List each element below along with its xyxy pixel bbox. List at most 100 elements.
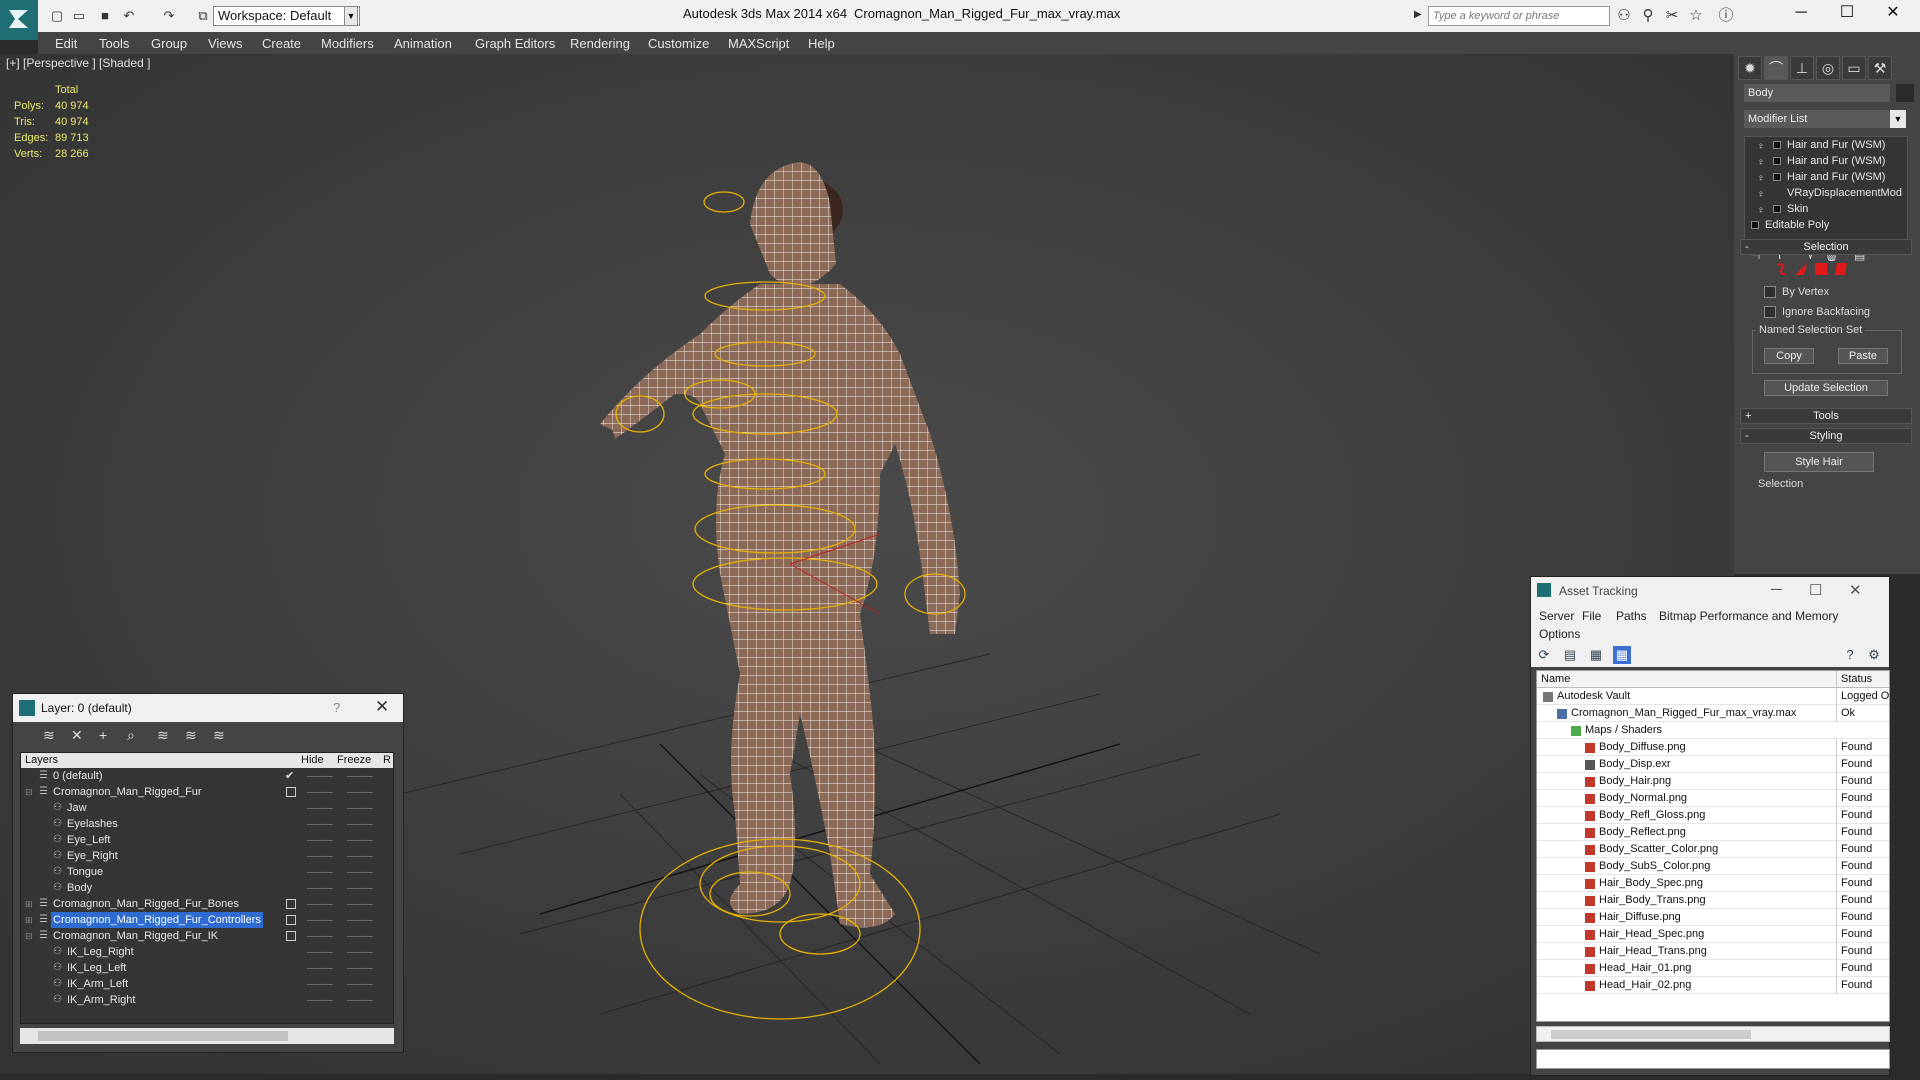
menu-group[interactable]: Group <box>151 36 187 51</box>
freeze-toggle[interactable]: ──── <box>347 944 373 960</box>
hide-toggle[interactable]: ──── <box>307 928 333 944</box>
close-icon[interactable]: ✕ <box>375 697 389 717</box>
layer-row[interactable]: ⊟ ☰ Cromagnon_Man_Rigged_Fur_IK ──── ──── <box>21 928 393 944</box>
highlight-selected-icon[interactable]: ≋ <box>157 727 169 744</box>
search-expand-icon[interactable]: ▶ <box>1414 9 1422 20</box>
menu-file[interactable]: File <box>1582 609 1601 623</box>
by-vertex-checkbox[interactable] <box>1764 286 1776 298</box>
freeze-toggle[interactable]: ──── <box>347 960 373 976</box>
column-name[interactable]: Name <box>1541 671 1570 688</box>
asset-row[interactable]: Hair_Head_Spec.png Found <box>1537 926 1889 943</box>
expand-box-icon[interactable] <box>1773 173 1781 181</box>
list-view-icon[interactable]: ▤ <box>1561 646 1579 664</box>
expand-box-icon[interactable] <box>1773 141 1781 149</box>
object-color-swatch[interactable] <box>1896 84 1914 102</box>
horizontal-scrollbar[interactable] <box>20 1028 394 1044</box>
redo-icon[interactable]: ↷ <box>160 8 178 24</box>
tools-rollout-header[interactable]: + Tools <box>1740 408 1912 424</box>
selection-rollout-header[interactable]: - Selection <box>1740 239 1912 255</box>
copy-button[interactable]: Copy <box>1764 348 1814 364</box>
search-icon[interactable]: ⚲ <box>1638 7 1658 25</box>
freeze-toggle[interactable]: ──── <box>347 816 373 832</box>
asset-row[interactable]: Head_Hair_01.png Found <box>1537 960 1889 977</box>
asset-row[interactable]: Body_Diffuse.png Found <box>1537 739 1889 756</box>
active-layer-checkmark-icon[interactable]: ✔ <box>285 768 294 784</box>
menu-maxscript[interactable]: MAXScript <box>728 36 789 51</box>
select-objects-icon[interactable]: ⌕ <box>127 727 135 744</box>
tools-icon[interactable]: ✂ <box>1662 7 1682 25</box>
hide-toggle[interactable]: ──── <box>307 848 333 864</box>
style-hair-button[interactable]: Style Hair <box>1764 452 1874 472</box>
column-render[interactable]: R <box>383 753 391 768</box>
column-hide[interactable]: Hide <box>301 753 324 768</box>
star-icon[interactable]: ☆ <box>1686 7 1706 25</box>
menu-customize[interactable]: Customize <box>648 36 709 51</box>
create-tab-icon[interactable]: ✹ <box>1738 56 1762 80</box>
ignore-backfacing-checkbox[interactable] <box>1764 306 1776 318</box>
help-icon[interactable]: ⓘ <box>1716 7 1736 25</box>
asset-row[interactable]: Body_Reflect.png Found <box>1537 824 1889 841</box>
hierarchy-tab-icon[interactable]: ⊥ <box>1790 56 1814 80</box>
hide-toggle[interactable]: ──── <box>307 976 333 992</box>
menu-rendering[interactable]: Rendering <box>570 36 630 51</box>
help-icon[interactable]: ? <box>1841 646 1859 664</box>
freeze-toggle[interactable]: ──── <box>347 896 373 912</box>
layer-row[interactable]: ⚇ Eye_Right ──── ──── <box>21 848 393 864</box>
layer-row[interactable]: ⚇ IK_Leg_Left ──── ──── <box>21 960 393 976</box>
menu-tools[interactable]: Tools <box>99 36 129 51</box>
object-name-field[interactable]: Body <box>1744 84 1890 102</box>
asset-row[interactable]: Hair_Head_Trans.png Found <box>1537 943 1889 960</box>
hide-toggle[interactable]: ──── <box>307 816 333 832</box>
asset-row[interactable]: Hair_Diffuse.png Found <box>1537 909 1889 926</box>
open-file-icon[interactable]: ▭ <box>70 8 88 24</box>
asset-row[interactable]: Body_Scatter_Color.png Found <box>1537 841 1889 858</box>
styling-rollout-header[interactable]: - Styling <box>1740 428 1912 444</box>
minimize-button[interactable]: ─ <box>1771 581 1782 598</box>
column-status[interactable]: Status <box>1836 671 1889 688</box>
asset-row[interactable]: Body_Disp.exr Found <box>1537 756 1889 773</box>
menu-options[interactable]: Options <box>1539 627 1580 641</box>
menu-animation[interactable]: Animation <box>394 36 452 51</box>
maximize-button[interactable]: ☐ <box>1809 581 1822 599</box>
freeze-toggle[interactable]: ──── <box>347 976 373 992</box>
expand-box-icon[interactable] <box>1773 205 1781 213</box>
scrollbar-thumb[interactable] <box>1551 1030 1751 1039</box>
project-folder-icon[interactable]: ⧉ <box>194 8 212 24</box>
stack-item[interactable]: ♀ Hair and Fur (WSM) <box>1745 137 1907 153</box>
modify-tab-icon[interactable]: ⌒ <box>1764 56 1788 80</box>
hide-toggle[interactable]: ──── <box>307 784 333 800</box>
menu-bitmap-performance[interactable]: Bitmap Performance and Memory <box>1659 609 1838 623</box>
minimize-button[interactable]: ─ <box>1778 0 1824 28</box>
asset-row[interactable]: Hair_Body_Trans.png Found <box>1537 892 1889 909</box>
delete-layer-icon[interactable]: ✕ <box>71 727 83 744</box>
menu-graph-editors[interactable]: Graph Editors <box>475 36 555 51</box>
menu-create[interactable]: Create <box>262 36 301 51</box>
asset-row[interactable]: Body_SubS_Color.png Found <box>1537 858 1889 875</box>
set-active-checkbox[interactable] <box>286 915 296 925</box>
update-selection-button[interactable]: Update Selection <box>1764 380 1888 396</box>
tip-select-icon[interactable] <box>1794 262 1808 276</box>
expand-box-icon[interactable] <box>1773 157 1781 165</box>
set-active-checkbox[interactable] <box>286 787 296 797</box>
asset-row[interactable]: Body_Refl_Gloss.png Found <box>1537 807 1889 824</box>
undo-icon[interactable]: ↶ <box>120 8 138 24</box>
hide-all-layers-icon[interactable]: ≋ <box>213 727 225 744</box>
app-logo-icon[interactable] <box>0 0 38 40</box>
stack-item[interactable]: ♀ VRayDisplacementMod <box>1745 185 1907 201</box>
asset-row[interactable]: Maps / Shaders <box>1537 722 1889 739</box>
layer-row[interactable]: ⚇ Tongue ──── ──── <box>21 864 393 880</box>
hide-toggle[interactable]: ──── <box>307 992 333 1008</box>
menu-help[interactable]: Help <box>808 36 835 51</box>
layer-row[interactable]: ⊞ ☰ Cromagnon_Man_Rigged_Fur_Controllers ──… <box>21 912 393 928</box>
modifier-list-dropdown[interactable]: Modifier List ▼ <box>1744 110 1906 128</box>
layer-row[interactable]: ☰ 0 (default) ✔ ──── ──── <box>21 768 393 784</box>
freeze-toggle[interactable]: ──── <box>347 832 373 848</box>
scrollbar-thumb[interactable] <box>38 1031 288 1041</box>
freeze-toggle[interactable]: ──── <box>347 848 373 864</box>
asset-row[interactable]: Cromagnon_Man_Rigged_Fur_max_vray.max Ok <box>1537 705 1889 722</box>
asset-row[interactable]: Body_Normal.png Found <box>1537 790 1889 807</box>
layer-row[interactable]: ⊟ ☰ Cromagnon_Man_Rigged_Fur ──── ──── <box>21 784 393 800</box>
new-file-icon[interactable]: ▢ <box>48 8 66 24</box>
close-button[interactable]: ✕ <box>1870 0 1916 28</box>
save-file-icon[interactable]: ■ <box>96 8 114 24</box>
